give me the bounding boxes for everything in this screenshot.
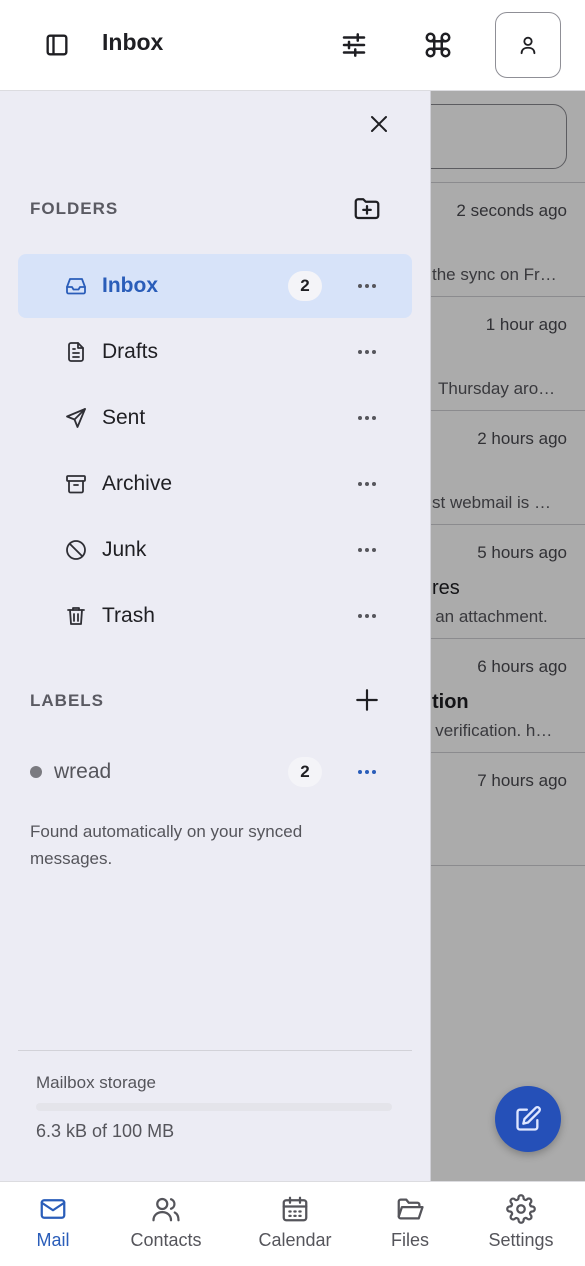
folder-label: Junk (102, 538, 147, 561)
navigation-drawer: FOLDERS Inbox 2 Drafts Sent Archive Junk… (0, 91, 431, 1181)
folder-item-junk[interactable]: Junk (18, 518, 412, 582)
add-label-icon[interactable] (347, 680, 387, 720)
storage-value: 6.3 kB of 100 MB (36, 1121, 175, 1141)
label-name: wread (54, 760, 112, 783)
tab-label: Calendar (258, 1230, 332, 1250)
folder-more-button[interactable] (351, 337, 383, 367)
mail-icon (38, 1194, 68, 1224)
compose-button[interactable] (495, 1086, 561, 1152)
folder-more-button[interactable] (351, 469, 383, 499)
tab-label: Files (390, 1230, 429, 1250)
archive-icon (64, 472, 88, 496)
tab-contacts[interactable]: Contacts (121, 1182, 211, 1266)
folder-item-trash[interactable]: Trash (18, 584, 412, 648)
close-icon[interactable] (359, 104, 399, 144)
folder-item-archive[interactable]: Archive (18, 452, 412, 516)
bottom-tab-bar: Mail Contacts Calendar Files Settings (0, 1181, 585, 1266)
tab-label: Contacts (130, 1230, 202, 1250)
folder-label: Sent (102, 406, 146, 429)
user-icon (517, 34, 539, 56)
folder-item-drafts[interactable]: Drafts (18, 320, 412, 384)
junk-icon (64, 538, 88, 562)
files-icon (395, 1194, 425, 1224)
compose-icon (514, 1105, 542, 1133)
tab-files[interactable]: Files (380, 1182, 440, 1266)
page-title: Inbox (102, 29, 164, 55)
storage-label: Mailbox storage (36, 1073, 157, 1092)
folder-more-button[interactable] (351, 535, 383, 565)
label-count-badge: 2 (288, 757, 322, 787)
inbox-icon (64, 274, 88, 298)
contacts-icon (151, 1194, 181, 1224)
folder-more-button[interactable] (351, 403, 383, 433)
folders-heading: FOLDERS (30, 199, 119, 218)
new-folder-icon[interactable] (347, 188, 387, 228)
sent-icon (64, 406, 88, 430)
storage-progress-bar (36, 1103, 392, 1111)
account-button[interactable] (495, 12, 561, 78)
folder-item-inbox[interactable]: Inbox 2 (18, 254, 412, 318)
folder-item-sent[interactable]: Sent (18, 386, 412, 450)
folder-label: Inbox (102, 274, 158, 297)
tab-mail[interactable]: Mail (22, 1182, 84, 1266)
calendar-icon (280, 1194, 310, 1224)
mailbox-storage: Mailbox storage 6.3 kB of 100 MB (18, 1050, 412, 1181)
label-more-button[interactable] (351, 757, 383, 787)
label-color-dot (30, 766, 42, 778)
trash-icon (64, 604, 88, 628)
tab-settings[interactable]: Settings (481, 1182, 561, 1266)
tab-label: Settings (488, 1230, 554, 1250)
labels-hint: Found automatically on your synced messa… (30, 822, 303, 868)
app-header: Inbox (0, 0, 585, 91)
settings-icon (506, 1194, 536, 1224)
tab-calendar[interactable]: Calendar (252, 1182, 338, 1266)
unread-count-badge: 2 (288, 271, 322, 301)
folder-label: Archive (102, 472, 173, 495)
folder-more-button[interactable] (351, 601, 383, 631)
label-item-wread[interactable]: wread 2 (18, 740, 412, 804)
tab-label: Mail (36, 1230, 70, 1250)
drafts-icon (64, 340, 88, 364)
command-palette-icon[interactable] (418, 25, 458, 65)
sidebar-toggle-icon[interactable] (37, 25, 77, 65)
folder-label: Trash (102, 604, 155, 627)
labels-heading: LABELS (30, 691, 104, 710)
folder-more-button[interactable] (351, 271, 383, 301)
filter-sliders-icon[interactable] (334, 25, 374, 65)
folder-label: Drafts (102, 340, 159, 363)
